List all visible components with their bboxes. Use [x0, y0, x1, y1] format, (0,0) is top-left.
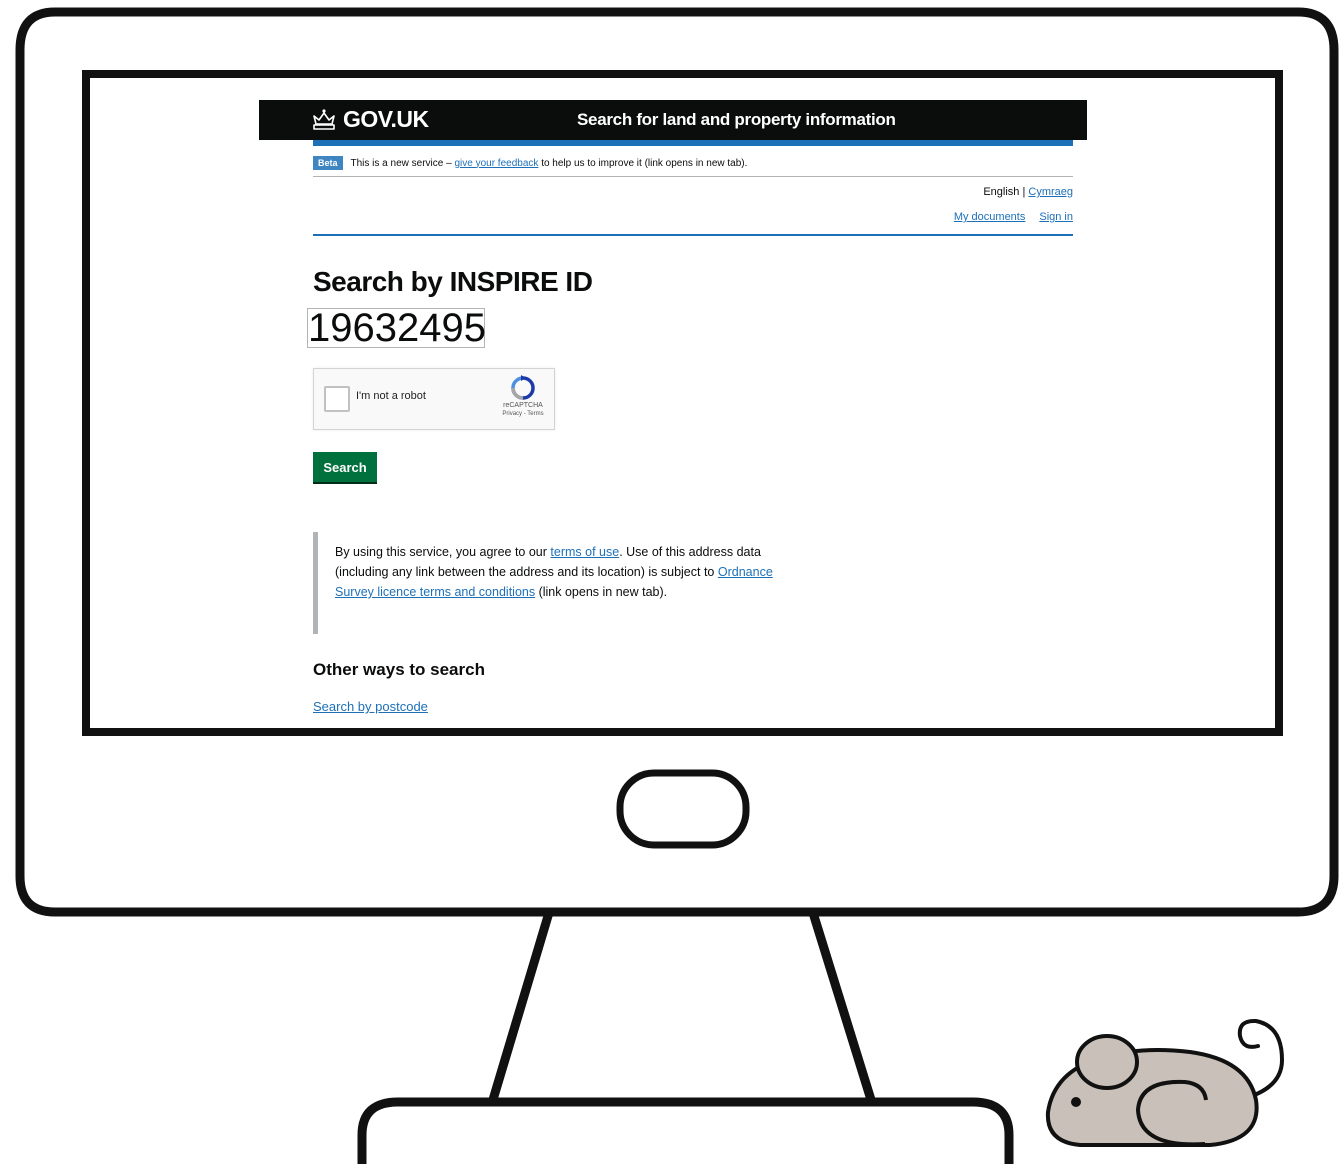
- sign-in-link[interactable]: Sign in: [1039, 211, 1073, 223]
- inspire-id-input[interactable]: 19632495: [307, 308, 486, 348]
- phase-text-after: to help us to improve it (link opens in …: [541, 157, 748, 169]
- gov-header: GOV.UK Search for land and property info…: [259, 100, 1087, 140]
- header-blue-rule: [313, 140, 1073, 146]
- recaptcha-terms[interactable]: Privacy - Terms: [500, 410, 546, 418]
- account-nav: My documents Sign in: [954, 211, 1073, 223]
- phase-text-before: This is a new service –: [350, 157, 452, 169]
- page-title: Search by INSPIRE ID: [313, 266, 593, 297]
- stand-base: [357, 1097, 1014, 1164]
- terms-text-1: By using this service, you agree to our: [335, 545, 547, 559]
- recaptcha-label: I'm not a robot: [356, 390, 426, 402]
- recaptcha-icon: [511, 375, 535, 400]
- language-separator: |: [1022, 186, 1026, 198]
- screen-content: GOV.UK Search for land and property info…: [92, 80, 1273, 725]
- search-by-postcode-link[interactable]: Search by postcode: [313, 699, 428, 714]
- language-current: English: [983, 186, 1020, 198]
- recaptcha-logo: reCAPTCHA Privacy - Terms: [500, 375, 546, 423]
- phase-banner: Beta This is a new service – give your f…: [313, 150, 1073, 177]
- recaptcha-widget: I'm not a robot reCAPTCHA Privacy - Term…: [313, 368, 555, 430]
- stand-left-leg: [487, 911, 553, 1108]
- terms-inset-text: By using this service, you agree to our …: [313, 532, 803, 634]
- gov-uk-page: GOV.UK Search for land and property info…: [259, 100, 1087, 725]
- phase-banner-text: This is a new service – give your feedba…: [351, 158, 748, 169]
- crown-icon: [313, 108, 335, 130]
- nav-rule: [313, 234, 1073, 236]
- terms-text-3: (link opens in new tab).: [538, 585, 668, 599]
- gov-uk-logo-text: GOV.UK: [343, 106, 429, 132]
- service-name-link[interactable]: Search for land and property information: [577, 110, 896, 130]
- language-cymraeg-link[interactable]: Cymraeg: [1028, 186, 1073, 198]
- other-ways-heading: Other ways to search: [313, 660, 485, 679]
- monitor-badge: [616, 769, 750, 849]
- stand-right-leg: [809, 911, 877, 1108]
- mouse-animal-icon: [1045, 1018, 1285, 1147]
- language-switcher: English | Cymraeg: [983, 186, 1073, 198]
- beta-tag: Beta: [313, 156, 343, 170]
- recaptcha-brand: reCAPTCHA: [503, 402, 543, 409]
- search-button[interactable]: Search: [313, 452, 377, 482]
- recaptcha-checkbox[interactable]: [324, 386, 350, 412]
- gov-uk-logo-link[interactable]: GOV.UK: [311, 106, 429, 133]
- terms-of-use-link[interactable]: terms of use: [550, 545, 619, 559]
- feedback-link[interactable]: give your feedback: [454, 158, 538, 169]
- my-documents-link[interactable]: My documents: [954, 211, 1026, 223]
